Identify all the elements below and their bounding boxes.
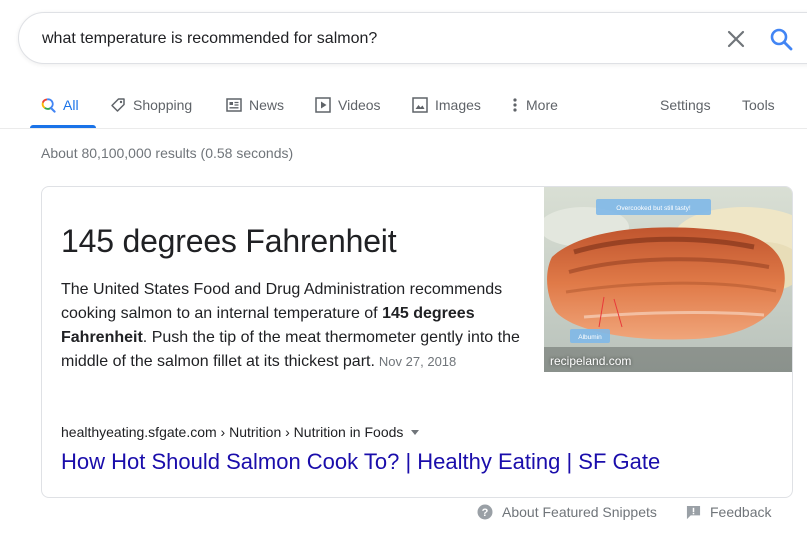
close-icon <box>727 30 745 48</box>
tab-images[interactable]: Images <box>412 94 481 116</box>
tab-more[interactable]: More <box>511 94 558 116</box>
tab-label: News <box>249 97 285 113</box>
help-icon: ? <box>477 504 493 520</box>
tab-videos[interactable]: Videos <box>315 94 381 116</box>
settings-link[interactable]: Settings <box>660 94 711 116</box>
snippet-answer: 145 degrees Fahrenheit <box>61 223 397 259</box>
tab-label: Shopping <box>133 97 193 113</box>
about-label: About Featured Snippets <box>502 504 657 520</box>
featured-snippet: 145 degrees Fahrenheit The United States… <box>41 186 793 498</box>
about-featured-snippets-link[interactable]: ? About Featured Snippets <box>477 504 657 520</box>
snippet-date: Nov 27, 2018 <box>378 354 457 369</box>
search-tabs: All Shopping News Videos Images More Set… <box>0 80 807 129</box>
tab-label: All <box>63 97 79 113</box>
image-source: recipeland.com <box>550 354 632 368</box>
snippet-image[interactable]: Overcooked but still tasty! Albumin reci… <box>544 187 792 372</box>
image-label-top: Overcooked but still tasty! <box>616 205 691 212</box>
feedback-label: Feedback <box>710 504 772 520</box>
tab-shopping[interactable]: Shopping <box>110 94 192 116</box>
result-citation: healthyeating.sfgate.com › Nutrition › N… <box>61 424 420 440</box>
feedback-icon <box>686 505 701 519</box>
active-tab-indicator <box>30 125 96 128</box>
tools-label: Tools <box>742 97 775 113</box>
image-icon <box>412 97 428 113</box>
search-results-page: All Shopping News Videos <box>0 0 807 536</box>
clear-search-button[interactable] <box>723 26 749 52</box>
tab-all[interactable]: All <box>41 94 79 116</box>
tools-link[interactable]: Tools <box>742 94 775 116</box>
searchbox-divider <box>757 27 758 51</box>
tab-label: Images <box>435 97 481 113</box>
result-title-link[interactable]: How Hot Should Salmon Cook To? | Healthy… <box>61 449 660 475</box>
search-box[interactable] <box>18 12 807 64</box>
citation-text: healthyeating.sfgate.com › Nutrition › N… <box>61 424 404 440</box>
search-icon <box>41 97 56 113</box>
chevron-down-icon[interactable] <box>411 429 420 435</box>
tab-news[interactable]: News <box>226 94 284 116</box>
tab-label: More <box>526 97 558 113</box>
image-label-bottom: Albumin <box>578 334 602 341</box>
more-vert-icon <box>513 98 517 112</box>
news-icon <box>226 98 242 112</box>
search-button[interactable] <box>767 25 795 53</box>
play-icon <box>315 97 331 113</box>
snippet-text: The United States Food and Drug Administ… <box>61 278 521 374</box>
result-stats: About 80,100,000 results (0.58 seconds) <box>41 145 294 161</box>
settings-label: Settings <box>660 97 711 113</box>
tab-label: Videos <box>338 97 381 113</box>
search-input[interactable] <box>42 26 682 52</box>
svg-text:?: ? <box>482 507 489 519</box>
tag-icon <box>111 98 125 112</box>
search-icon <box>770 28 793 51</box>
feedback-link[interactable]: Feedback <box>686 504 771 520</box>
salmon-photo: Overcooked but still tasty! Albumin <box>544 187 792 372</box>
